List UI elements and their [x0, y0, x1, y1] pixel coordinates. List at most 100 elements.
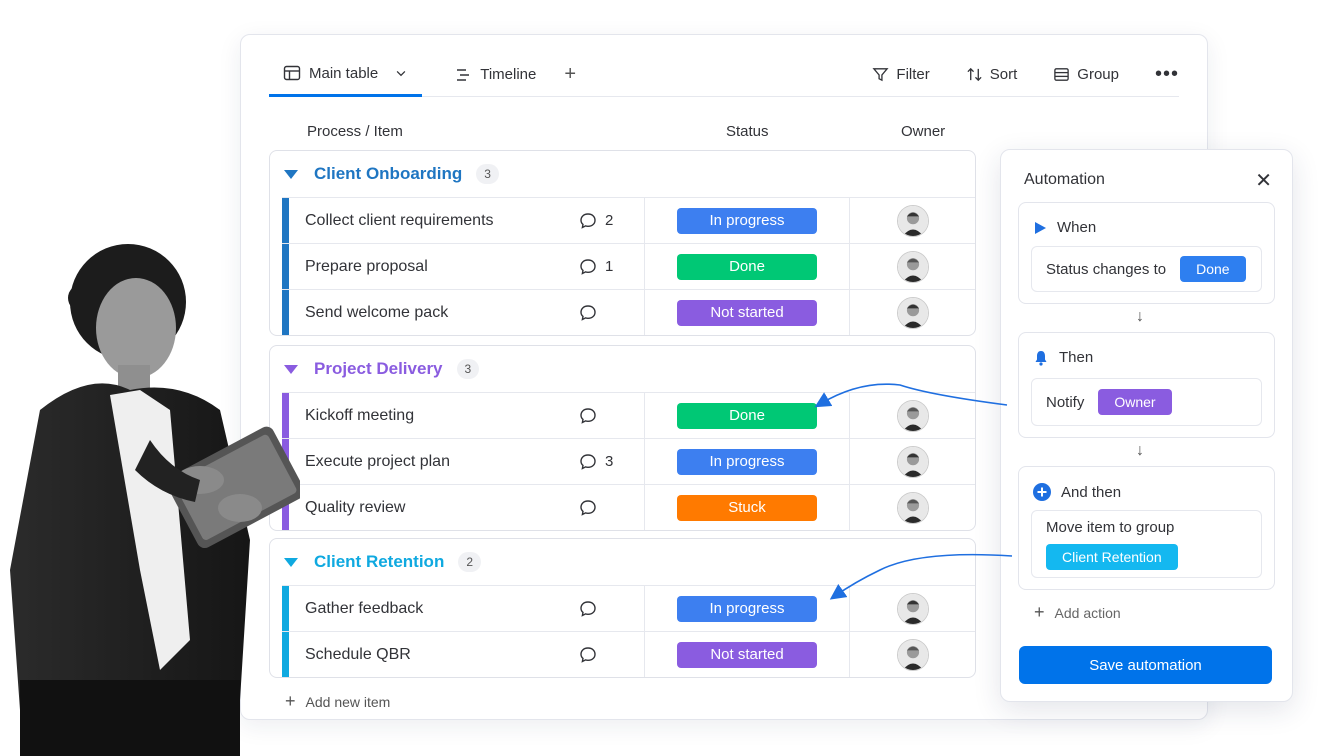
status-pill[interactable]: Not started — [677, 299, 817, 326]
comment-button[interactable]: 1 — [579, 258, 613, 276]
status-pill[interactable]: Stuck — [677, 494, 817, 521]
arrow-down-icon: ↓ — [1136, 442, 1144, 459]
arrow-down-icon: ↓ — [1136, 308, 1144, 325]
item-cell[interactable]: Kickoff meeting — [289, 393, 645, 438]
table-row[interactable]: Execute project plan 3 In progress — [282, 438, 975, 484]
group-label: Group — [1077, 66, 1119, 83]
avatar[interactable] — [896, 250, 929, 283]
automation-panel: Automation ✕ When Status changes to Done… — [1000, 149, 1293, 702]
view-tabs: Main table Timeline + Filter Sort Group … — [269, 53, 1179, 97]
item-cell[interactable]: Send welcome pack — [289, 290, 645, 335]
person-illustration — [10, 244, 300, 756]
close-icon[interactable]: ✕ — [1255, 168, 1272, 193]
comment-icon — [580, 258, 596, 275]
owner-cell[interactable] — [850, 198, 975, 243]
table-row[interactable]: Quality review Stuck — [282, 484, 975, 530]
owner-cell[interactable] — [850, 244, 975, 289]
group-header[interactable]: Project Delivery 3 — [270, 346, 975, 392]
group-title: Client Onboarding — [314, 164, 463, 183]
status-pill[interactable]: In progress — [677, 448, 817, 475]
status-pill[interactable]: In progress — [677, 595, 817, 622]
and-then-label: And then — [1061, 483, 1122, 501]
comment-icon — [580, 499, 596, 516]
item-cell[interactable]: Prepare proposal 1 — [289, 244, 645, 289]
tab-main-table[interactable]: Main table — [269, 53, 423, 97]
item-cell[interactable]: Execute project plan 3 — [289, 439, 645, 484]
status-cell[interactable]: Not started — [645, 290, 850, 335]
then-label: Then — [1059, 349, 1094, 366]
item-name: Kickoff meeting — [305, 406, 415, 424]
group-button[interactable]: Group — [1053, 66, 1119, 83]
owner-cell[interactable] — [850, 393, 975, 438]
toolbar: Filter Sort Group ••• — [872, 63, 1179, 86]
avatar[interactable] — [896, 491, 929, 524]
when-trigger[interactable]: Status changes to Done — [1031, 246, 1262, 292]
more-options-button[interactable]: ••• — [1155, 63, 1179, 86]
sort-button[interactable]: Sort — [966, 66, 1017, 83]
add-view-button[interactable]: + — [550, 63, 590, 86]
avatar[interactable] — [896, 204, 929, 237]
table-row[interactable]: Collect client requirements 2 In progress — [282, 197, 975, 243]
item-cell[interactable]: Gather feedback — [289, 586, 645, 631]
status-cell[interactable]: In progress — [645, 586, 850, 631]
table-row[interactable]: Kickoff meeting Done — [282, 392, 975, 438]
group-header[interactable]: Client Onboarding 3 — [270, 151, 975, 197]
comment-icon — [580, 212, 596, 229]
column-header-status: Status — [726, 123, 769, 140]
comment-button[interactable] — [579, 499, 605, 517]
status-pill[interactable]: In progress — [677, 207, 817, 234]
status-cell[interactable]: Not started — [645, 632, 850, 677]
table-row[interactable]: Prepare proposal 1 Done — [282, 243, 975, 289]
bell-icon — [1035, 350, 1047, 366]
then-action[interactable]: Notify Owner — [1031, 378, 1262, 426]
comment-button[interactable]: 3 — [579, 453, 613, 471]
avatar[interactable] — [896, 592, 929, 625]
status-pill[interactable]: Done — [677, 402, 817, 429]
comment-button[interactable] — [579, 304, 605, 322]
owner-cell[interactable] — [850, 290, 975, 335]
owner-cell[interactable] — [850, 586, 975, 631]
add-action-button[interactable]: + Add action — [1034, 602, 1121, 623]
comment-button[interactable] — [579, 600, 605, 618]
avatar[interactable] — [896, 296, 929, 329]
table-row[interactable]: Send welcome pack Not started — [282, 289, 975, 335]
group-header[interactable]: Client Retention 2 — [270, 539, 975, 585]
filter-button[interactable]: Filter — [872, 66, 930, 83]
tab-label: Main table — [309, 64, 379, 82]
tab-label: Timeline — [480, 66, 537, 83]
item-cell[interactable]: Collect client requirements 2 — [289, 198, 645, 243]
tab-timeline[interactable]: Timeline — [440, 53, 550, 97]
status-cell[interactable]: In progress — [645, 198, 850, 243]
avatar[interactable] — [896, 399, 929, 432]
owner-cell[interactable] — [850, 632, 975, 677]
status-cell[interactable]: Stuck — [645, 485, 850, 530]
item-cell[interactable]: Quality review — [289, 485, 645, 530]
owner-cell[interactable] — [850, 485, 975, 530]
then-value-chip[interactable]: Owner — [1098, 389, 1172, 415]
status-pill[interactable]: Done — [677, 253, 817, 280]
automation-title: Automation — [1024, 171, 1105, 188]
chevron-down-icon[interactable] — [394, 64, 408, 82]
group-title: Client Retention — [314, 552, 445, 571]
table-row[interactable]: Gather feedback In progress — [282, 585, 975, 631]
save-automation-button[interactable]: Save automation — [1019, 646, 1272, 684]
status-pill[interactable]: Not started — [677, 641, 817, 668]
add-new-item-button[interactable]: + Add new item — [285, 691, 390, 712]
comment-count: 1 — [605, 258, 614, 275]
and-then-value-chip[interactable]: Client Retention — [1046, 543, 1178, 570]
comment-button[interactable] — [579, 646, 605, 664]
status-cell[interactable]: In progress — [645, 439, 850, 484]
avatar[interactable] — [896, 638, 929, 671]
collapse-triangle-icon[interactable] — [284, 169, 298, 179]
table-row[interactable]: Schedule QBR Not started — [282, 631, 975, 677]
and-then-action[interactable]: Move item to group Client Retention — [1031, 510, 1262, 578]
when-value-chip[interactable]: Done — [1180, 256, 1246, 282]
status-cell[interactable]: Done — [645, 244, 850, 289]
avatar[interactable] — [896, 445, 929, 478]
item-cell[interactable]: Schedule QBR — [289, 632, 645, 677]
status-cell[interactable]: Done — [645, 393, 850, 438]
comment-count: 2 — [605, 212, 614, 229]
comment-button[interactable]: 2 — [579, 212, 613, 230]
owner-cell[interactable] — [850, 439, 975, 484]
comment-button[interactable] — [579, 407, 605, 425]
